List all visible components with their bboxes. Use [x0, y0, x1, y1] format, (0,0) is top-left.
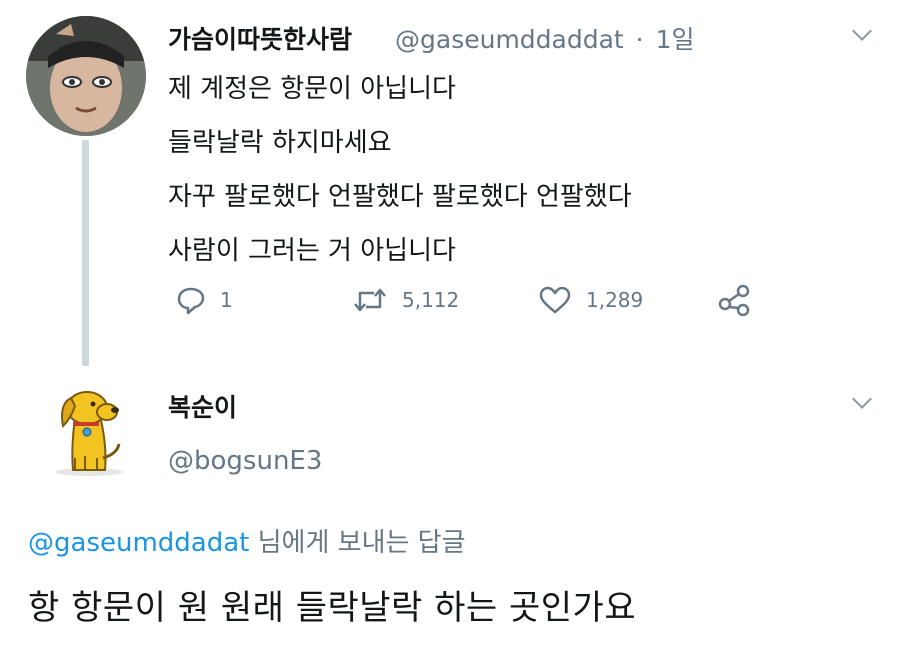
tweet-meta: @gaseumddaddat · 1일: [395, 20, 694, 56]
reply-author-handle[interactable]: @bogsunE3: [168, 446, 322, 476]
retweet-icon: [354, 288, 386, 312]
reply-author-name[interactable]: 복순이: [168, 388, 237, 424]
tweet-author-name[interactable]: 가슴이따뜻한사람: [168, 20, 352, 56]
retweet-button[interactable]: 5,112: [352, 284, 459, 316]
reply-icon: [177, 287, 205, 315]
chevron-down-icon[interactable]: [852, 389, 872, 409]
replying-to-mention[interactable]: @gaseumddadat: [28, 528, 249, 558]
reply-button[interactable]: 1: [176, 284, 233, 316]
reply-text: 항 항문이 원 원래 들락날락 하는 곳인가요: [28, 588, 637, 628]
tweet-text: 제 계정은 항문이 아닙니다 들락날락 하지마세요 자꾸 팔로했다 언팔했다 팔…: [168, 62, 632, 278]
tweet-text-line: 들락날락 하지마세요: [168, 128, 392, 158]
replying-to-label: @gaseumddadat 님에게 보내는 답글: [28, 522, 466, 559]
share-button[interactable]: [718, 284, 764, 316]
heart-icon: [539, 286, 571, 314]
person-avatar-image: [26, 16, 146, 136]
dog-avatar-image: [45, 378, 131, 478]
tweet-text-line: 제 계정은 항문이 아닙니다: [168, 74, 456, 104]
meta-separator: ·: [635, 25, 644, 54]
retweet-count: 5,112: [402, 288, 460, 312]
tweet-author-handle[interactable]: @gaseumddaddat: [395, 25, 624, 54]
share-icon: [718, 284, 750, 316]
replying-to-suffix: 님에게 보내는 답글: [249, 528, 466, 558]
tweet-text-line: 사람이 그러는 거 아닙니다: [168, 236, 456, 266]
reply-count: 1: [220, 288, 233, 312]
author-avatar[interactable]: [26, 16, 146, 136]
thread-connector-line: [82, 140, 89, 366]
like-button[interactable]: 1,289: [538, 284, 643, 316]
reply-author-avatar[interactable]: [45, 378, 131, 478]
chevron-down-icon[interactable]: [852, 21, 872, 41]
tweet-text-line: 자꾸 팔로했다 언팔했다 팔로했다 언팔했다: [168, 182, 632, 212]
tweet-timestamp[interactable]: 1일: [656, 25, 695, 54]
like-count: 1,289: [586, 288, 644, 312]
